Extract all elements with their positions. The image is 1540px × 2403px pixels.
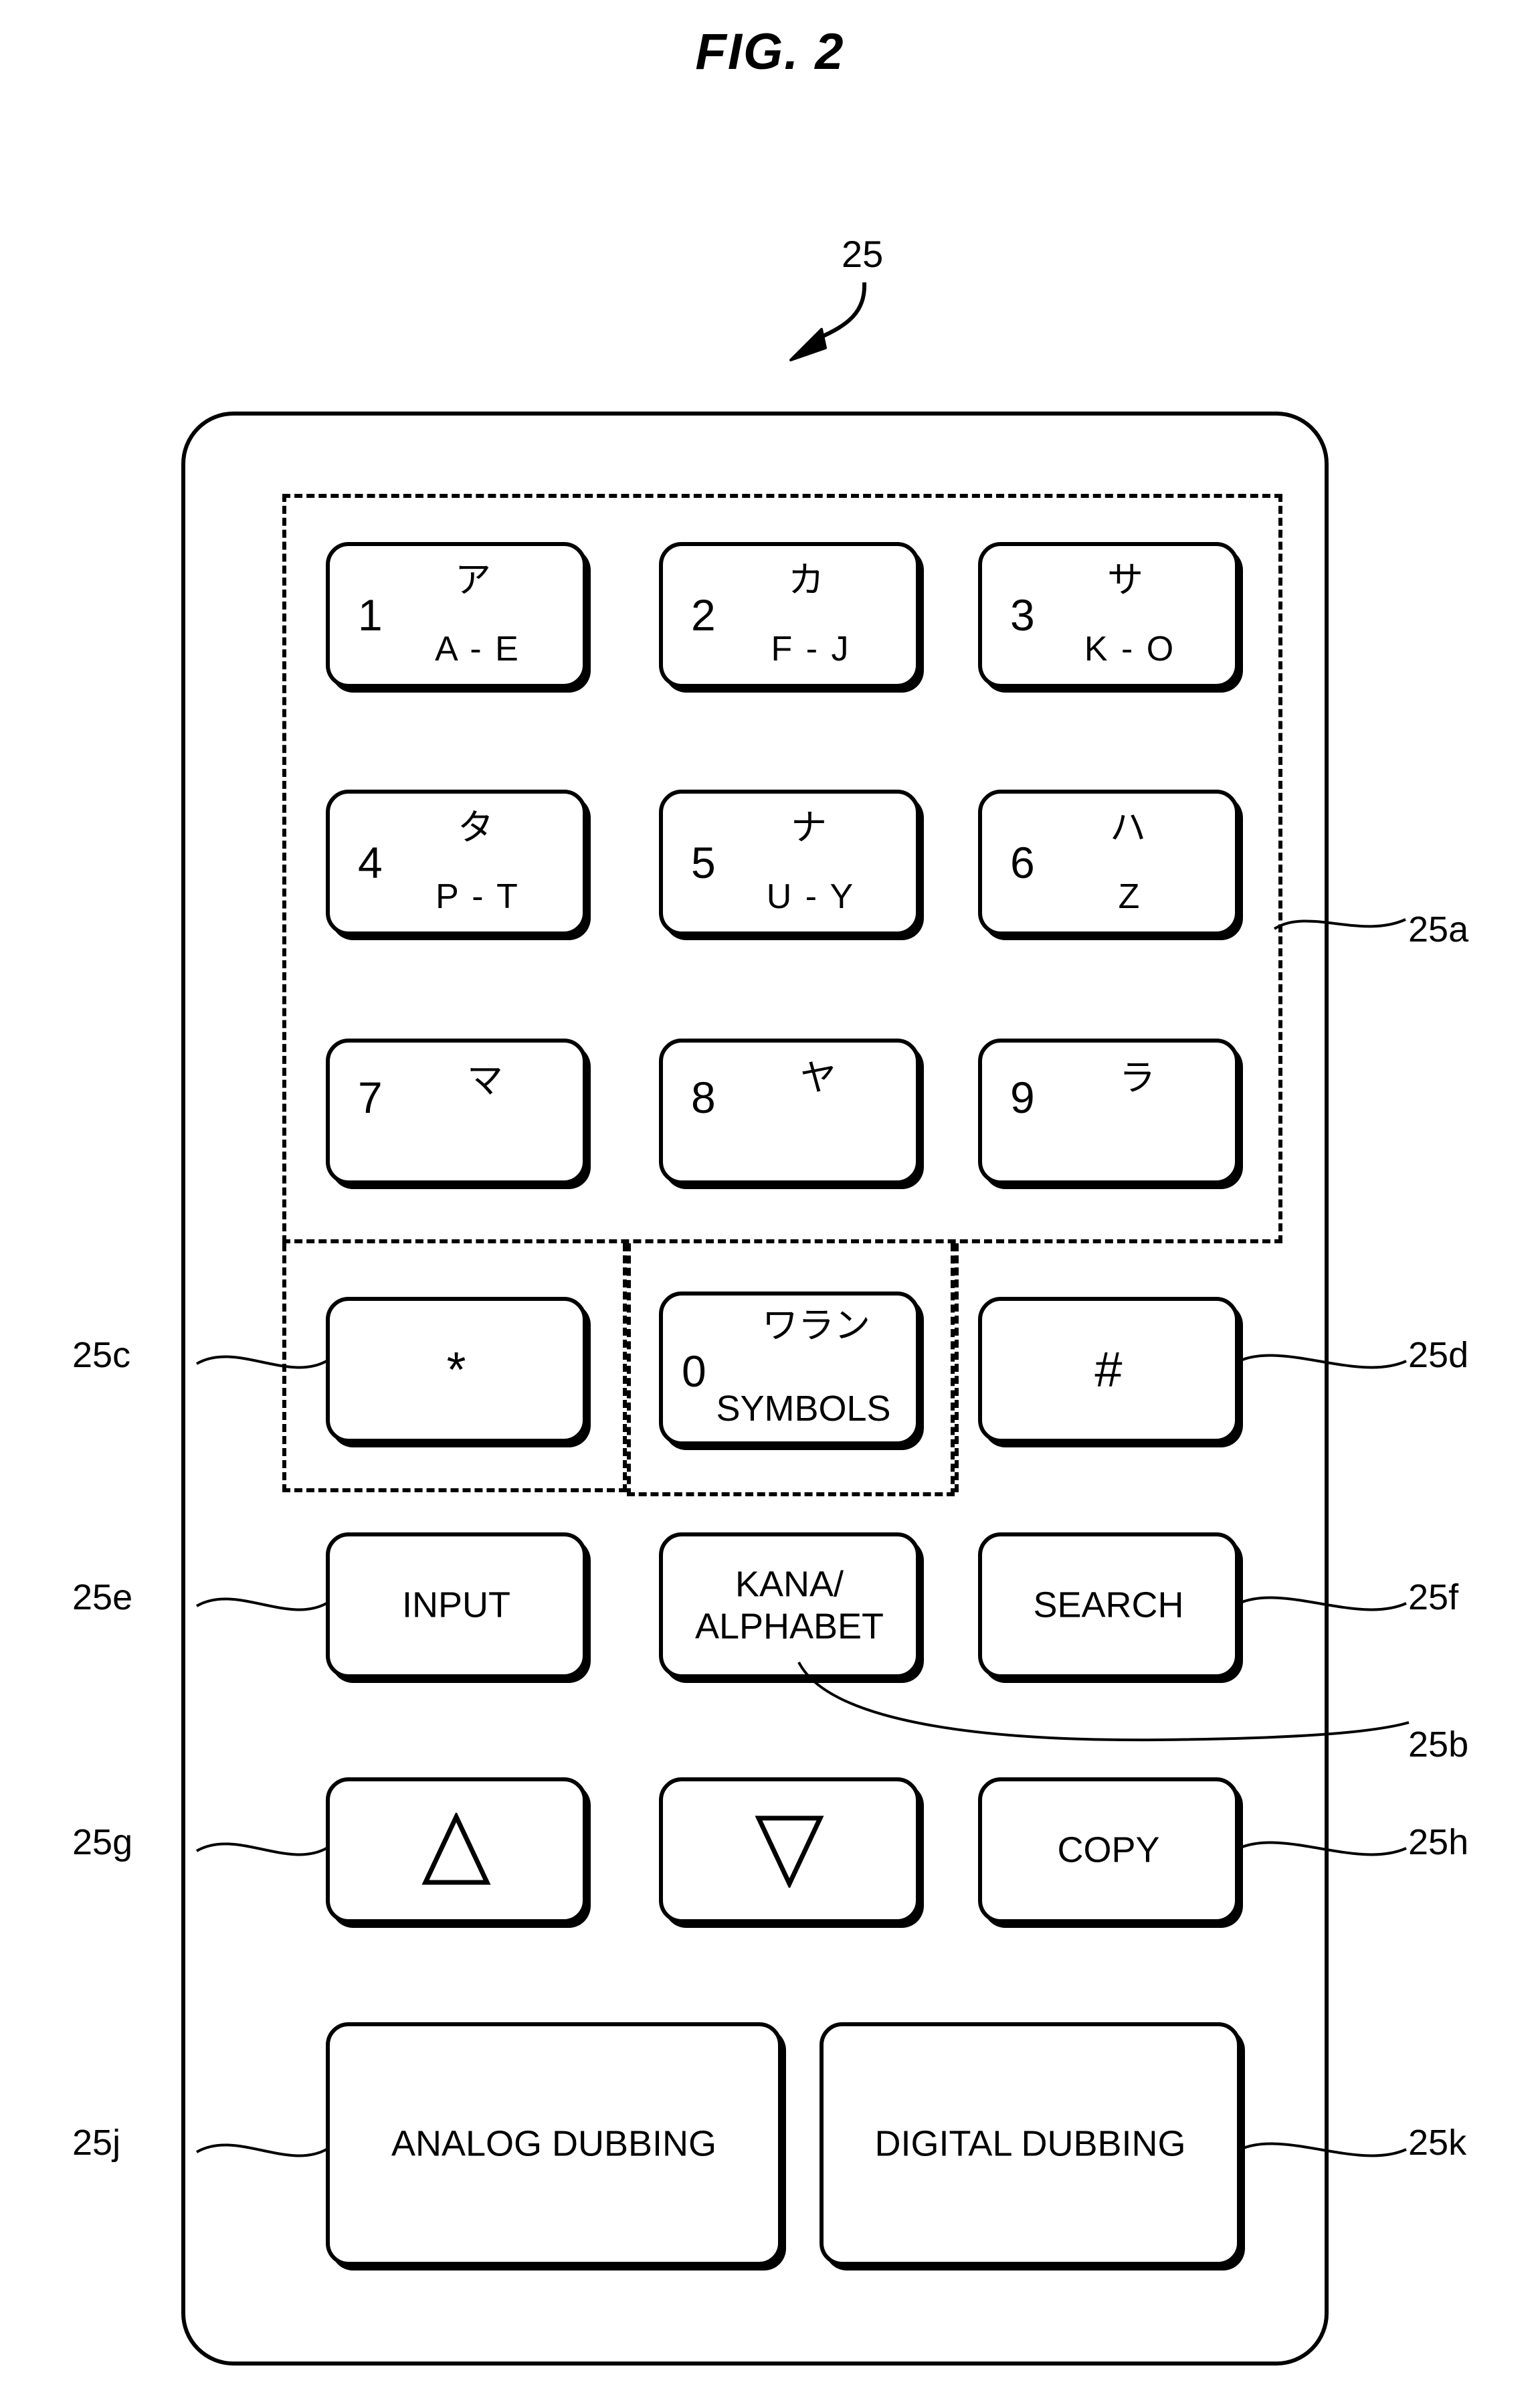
key-kana-alphabet-label: KANA/ ALPHABET (663, 1563, 916, 1647)
key-7[interactable]: 7 マ (326, 1039, 587, 1184)
key-digital-dubbing-label: DIGITAL DUBBING (874, 2123, 1186, 2164)
key-1-latin: A - E (435, 630, 520, 669)
key-6-latin: Z (1118, 877, 1142, 916)
key-zero-symbols[interactable]: 0 ワラン SYMBOLS (659, 1292, 920, 1445)
key-5-latin: U - Y (766, 877, 856, 916)
key-star-label: * (446, 1342, 466, 1398)
reference-label-25j: 25j (72, 2123, 121, 2163)
key-2[interactable]: 2 カ F - J (659, 542, 920, 688)
key-5-kana: ナ (791, 808, 827, 848)
key-3-latin: K - O (1084, 630, 1176, 669)
key-copy[interactable]: COPY (978, 1777, 1239, 1923)
key-copy-label: COPY (1057, 1830, 1160, 1870)
key-6-kana: ハ (1110, 808, 1146, 848)
key-zero-kana: ワラン (762, 1306, 870, 1346)
key-4-kana: タ (458, 808, 494, 848)
key-9-kana: ラ (1119, 1058, 1155, 1098)
key-4[interactable]: 4 タ P - T (326, 790, 587, 936)
key-zero-symbols-label: SYMBOLS (716, 1389, 891, 1429)
reference-label-25f: 25f (1408, 1577, 1459, 1617)
key-1-digit: 1 (358, 590, 383, 640)
leader-line-25h (1238, 1841, 1407, 1856)
key-3-kana: サ (1107, 560, 1143, 600)
leader-line-25a (1273, 918, 1406, 930)
reference-label-25k: 25k (1408, 2123, 1467, 2163)
key-3-digit: 3 (1010, 590, 1035, 640)
key-hash[interactable]: # (978, 1297, 1239, 1443)
key-6[interactable]: 6 ハ Z (978, 790, 1239, 936)
key-input-label: INPUT (402, 1585, 510, 1625)
key-9[interactable]: 9 ラ (978, 1039, 1239, 1184)
reference-arrow-25-icon (789, 282, 867, 361)
reference-label-25: 25 (842, 233, 884, 275)
key-zero-digit: 0 (682, 1346, 706, 1397)
key-down[interactable] (659, 1777, 920, 1923)
key-kana-alphabet-line1: KANA/ (735, 1564, 844, 1605)
leader-line-25e (195, 1597, 327, 1611)
key-7-kana: マ (467, 1061, 503, 1101)
reference-label-25a: 25a (1408, 909, 1469, 950)
key-kana-alphabet[interactable]: KANA/ ALPHABET (659, 1532, 920, 1678)
key-4-digit: 4 (358, 838, 383, 887)
key-star[interactable]: * (326, 1297, 587, 1443)
key-2-digit: 2 (691, 590, 716, 640)
reference-label-25d: 25d (1408, 1335, 1469, 1375)
key-input[interactable]: INPUT (326, 1532, 587, 1678)
key-hash-label: # (1094, 1342, 1123, 1398)
reference-label-25c: 25c (72, 1335, 131, 1375)
key-search-label: SEARCH (1033, 1585, 1184, 1625)
reference-label-25b: 25b (1408, 1724, 1469, 1765)
leader-line-25f (1238, 1596, 1407, 1611)
key-3[interactable]: 3 サ K - O (978, 542, 1239, 688)
leader-line-25j (195, 2143, 327, 2157)
leader-line-25b (797, 1662, 1410, 1742)
key-1[interactable]: 1 ア A - E (326, 542, 587, 688)
key-1-kana: ア (455, 560, 491, 600)
leader-line-25g (195, 1842, 327, 1856)
reference-label-25g: 25g (72, 1822, 133, 1862)
reference-label-25h: 25h (1408, 1822, 1469, 1862)
key-8[interactable]: 8 ヤ (659, 1039, 920, 1184)
key-kana-alphabet-line2: ALPHABET (694, 1606, 884, 1646)
leader-line-25k (1240, 2142, 1407, 2157)
key-5-digit: 5 (691, 838, 716, 887)
key-analog-dubbing-label: ANALOG DUBBING (391, 2123, 717, 2164)
key-2-kana: カ (788, 560, 824, 600)
key-digital-dubbing[interactable]: DIGITAL DUBBING (820, 2022, 1241, 2266)
figure-title: FIG. 2 (695, 23, 845, 80)
triangle-up-icon (330, 1813, 583, 1888)
leader-line-25d (1238, 1354, 1407, 1369)
leader-line-25c (195, 1355, 327, 1369)
key-6-digit: 6 (1010, 838, 1035, 887)
key-search[interactable]: SEARCH (978, 1532, 1239, 1678)
key-8-kana: ヤ (800, 1058, 836, 1098)
key-2-latin: F - J (771, 630, 851, 669)
key-5[interactable]: 5 ナ U - Y (659, 790, 920, 936)
triangle-down-icon (663, 1813, 916, 1888)
key-4-latin: P - T (436, 877, 520, 916)
key-analog-dubbing[interactable]: ANALOG DUBBING (326, 2022, 782, 2266)
reference-label-25e: 25e (72, 1577, 133, 1617)
key-up[interactable] (326, 1777, 587, 1923)
